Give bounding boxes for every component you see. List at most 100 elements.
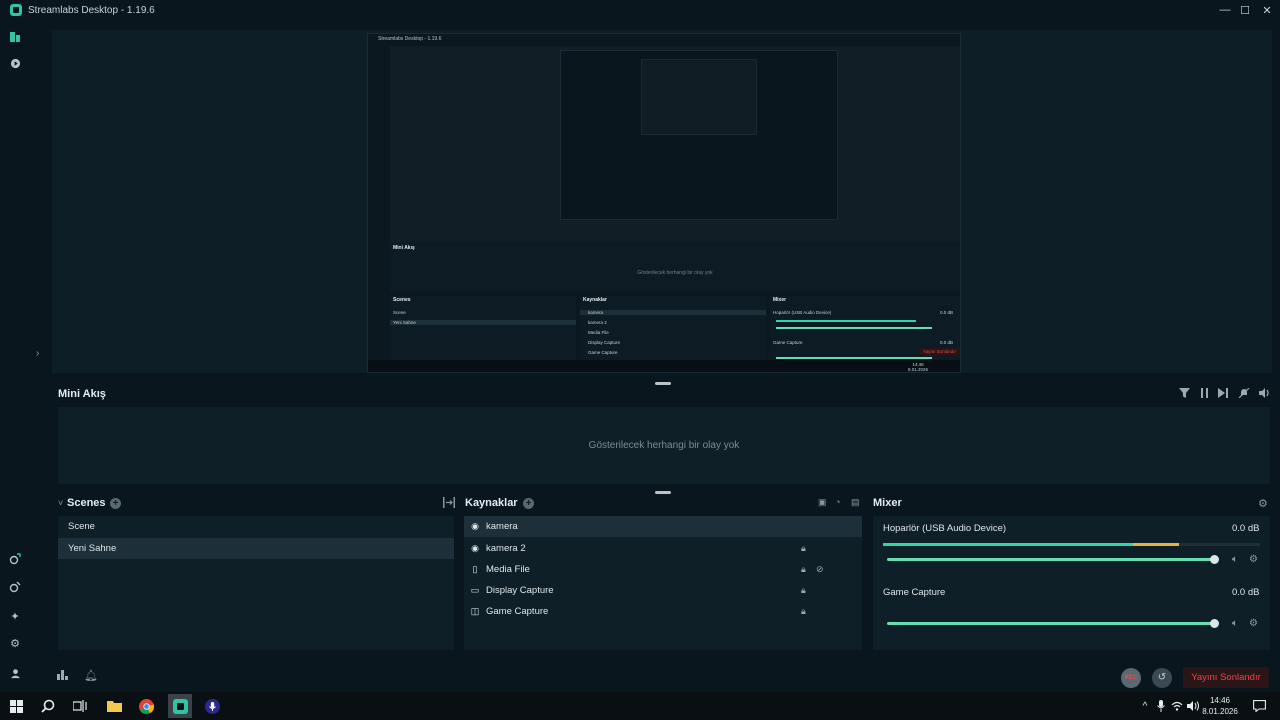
highlighter-icon[interactable] [8,552,22,566]
volume-slider[interactable] [887,558,1213,561]
source-label: Media File [486,564,530,575]
mixer-channel-db: 0.0 dB [1232,523,1260,534]
notifications-icon[interactable] [1251,698,1267,714]
lock-icon[interactable]: 🔒︎ [801,543,806,554]
resize-handle[interactable] [655,382,671,385]
source-item[interactable]: ◫ Game Capture 🔒︎ [464,601,862,622]
nested-feed-title: Mini Akış [393,245,415,251]
show-hidden-icons-icon[interactable]: ^ [1137,698,1153,714]
microphone-tray-icon[interactable] [1153,698,1169,714]
taskbar-clock[interactable]: 14:46 8.01.2026 [1198,695,1242,717]
add-scene-button[interactable]: + [110,498,121,509]
source-item[interactable]: ▯ Media File 🔒︎ ⊘ [464,559,862,580]
file-explorer-icon[interactable] [106,698,122,714]
source-label: kamera [486,521,518,532]
nested-preview-inner [560,50,838,220]
nested-source-item: kamera 2 [588,320,607,325]
pause-icon[interactable] [1197,388,1211,400]
performance-stats-icon[interactable] [57,670,68,683]
source-visibility-icon[interactable]: ◔ [835,497,840,507]
mixer-title: Mixer [873,497,902,509]
lock-icon[interactable]: 🔒︎ [801,585,806,596]
preview-display-capture: Streamlabs Desktop - 1.19.6 Mini Akış Gö… [367,33,961,373]
nested-preview [390,46,960,242]
channel-settings-icon[interactable]: ⚙ [1249,554,1258,565]
source-folder-icon[interactable]: ▤ [851,497,860,508]
task-view-icon[interactable] [72,698,88,714]
source-item[interactable]: ◉ kamera [464,516,862,537]
nested-mixer-item: Game Capture [773,340,803,345]
filter-icon[interactable] [1177,388,1191,400]
volume-slider[interactable] [887,622,1213,625]
collapse-chevron-icon[interactable]: ˅ [58,498,63,508]
chrome-icon[interactable] [138,698,154,714]
end-stream-button[interactable]: Yayını Sonlandır [1183,667,1269,688]
nested-window-title: Streamlabs Desktop - 1.19.6 [368,34,960,44]
maximize-button[interactable]: ☐ [1233,0,1257,20]
speaker-icon[interactable]: 🔈︎ [1232,554,1238,565]
resize-handle[interactable] [655,491,671,494]
source-label: Game Capture [486,606,549,617]
skip-icon[interactable] [1216,388,1230,400]
editor-icon[interactable] [8,30,22,44]
webcam-icon: ◉ [471,521,479,531]
expand-chevron-icon[interactable]: › [36,348,39,359]
source-item[interactable]: ▭ Display Capture 🔒︎ [464,580,862,601]
nested-mixer-item: Hoparlör (USB Audio Device) [773,310,832,315]
nested-meter [776,320,916,322]
hidden-eye-icon[interactable]: ⊘ [816,564,824,575]
nested-taskbar: 14:46 8.01.2026 [368,360,960,372]
footer-bar [48,660,1280,692]
nested-source-item: kamera [580,310,766,315]
nested-slider [776,357,932,359]
nested-mixer-db: 0.0 dB [940,340,954,345]
settings-gear-icon[interactable]: ⚙ [8,636,22,650]
nested-slider [776,327,932,329]
nested-scene-item: Scene [393,310,406,315]
scene-item[interactable]: Scene [58,516,454,537]
volume-slider-knob[interactable] [1210,619,1219,628]
profile-icon[interactable] [8,666,22,680]
gamepad-icon: ◫ [470,606,480,616]
nested-feed-empty: Gösterilecek herhangi bir olay yok [637,270,713,276]
file-icon: ▯ [472,564,478,574]
scene-item[interactable]: Yeni Sahne [58,538,454,559]
feed-empty-message: Gösterilecek herhangi bir olay yok [588,440,740,451]
mixer-channel-db: 0.0 dB [1232,587,1260,598]
windows-start-icon[interactable] [8,698,24,714]
title-bar: Streamlabs Desktop - 1.19.6 — ☐ ✕ [0,0,1280,20]
monitor-icon: ▭ [470,585,480,595]
nested-source-item: Game Capture [588,350,618,355]
go-live-icon[interactable] [8,56,22,70]
search-icon[interactable] [40,698,56,714]
streamlabs-taskbar-icon[interactable] [172,698,188,714]
microphone-app-icon[interactable] [204,698,220,714]
record-button[interactable]: REC [1121,668,1141,688]
nested-mixer-title: Mixer [773,297,787,303]
lock-icon[interactable]: 🔒︎ [801,606,806,617]
ai-sparkle-icon[interactable]: ✦ [8,609,22,623]
source-item[interactable]: ◉ kamera 2 🔒︎ [464,538,862,559]
nested-sources-title: Kaynaklar [583,297,607,303]
volume-slider-knob[interactable] [1210,555,1219,564]
scene-transitions-icon[interactable] [443,497,455,510]
speaker-icon[interactable]: 🔈︎ [1232,618,1238,629]
nested-preview-inner-2 [641,59,757,135]
notification-bell-icon[interactable]: 🔔︎ [84,669,98,682]
nested-scene-item: Yeni Sahne [390,320,576,325]
close-button[interactable]: ✕ [1255,0,1279,20]
mixer-panel [873,516,1270,650]
left-sidebar: ✦ ⚙ [0,20,30,692]
source-group-icon[interactable]: ▣ [818,497,827,508]
lock-icon[interactable]: 🔒︎ [801,564,806,575]
mute-alerts-icon[interactable] [1237,387,1251,400]
streamlabs-logo-icon [10,4,22,16]
add-source-button[interactable]: + [523,498,534,509]
replay-buffer-icon[interactable]: ↺ [1152,668,1172,688]
recording-history-icon[interactable] [8,580,22,594]
network-icon[interactable] [1169,698,1185,714]
volume-icon[interactable] [1257,388,1271,400]
channel-settings-icon[interactable]: ⚙ [1249,618,1258,629]
scenes-title: Scenes [67,497,106,509]
mixer-settings-icon[interactable]: ⚙ [1258,497,1268,510]
